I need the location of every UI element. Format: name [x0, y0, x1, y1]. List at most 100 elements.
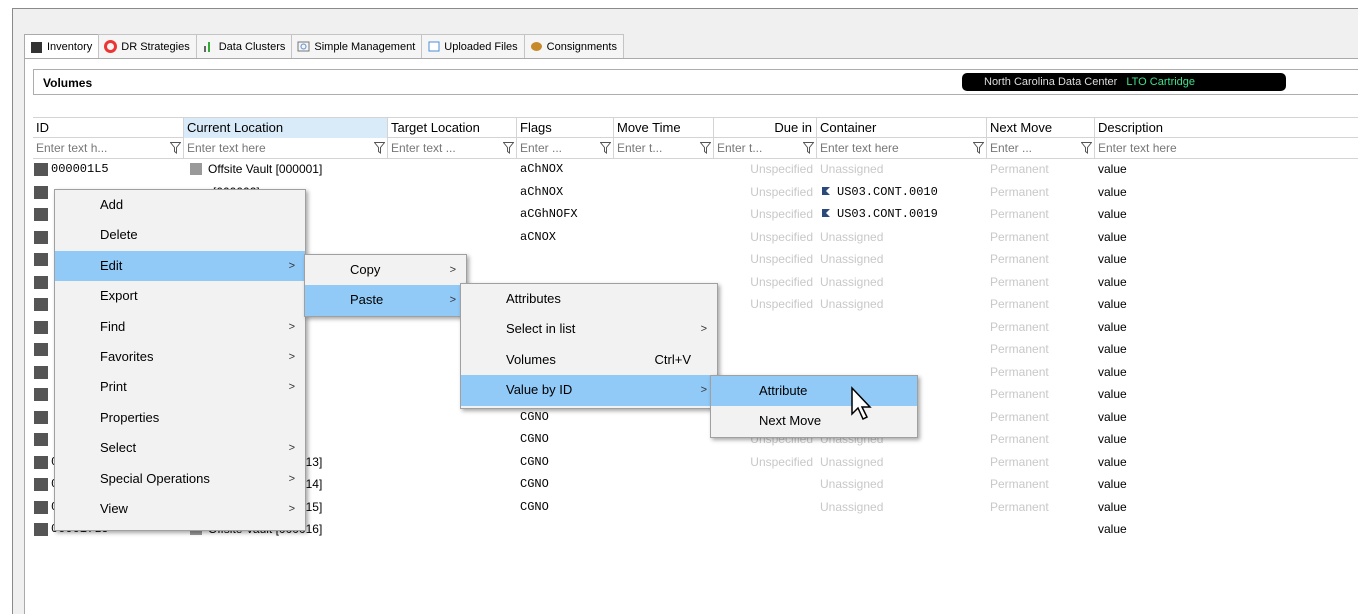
bar-chart-icon	[203, 42, 210, 52]
filter-icon[interactable]	[803, 142, 814, 154]
next-move-value: Permanent	[990, 319, 1049, 334]
column-header-description[interactable]: Description	[1095, 118, 1358, 138]
menu-item-label: Copy	[350, 262, 381, 277]
filter-icon[interactable]	[374, 142, 385, 154]
filter-input[interactable]: Enter text here	[817, 138, 987, 158]
filter-placeholder: Enter text h...	[36, 141, 108, 155]
flags-value: CGNO	[520, 409, 549, 424]
paste-menu-item-select-in-list[interactable]: Select in list >	[461, 314, 717, 344]
description-value: value	[1098, 454, 1127, 469]
tab-uploaded-files[interactable]: Uploaded Files	[421, 34, 525, 58]
menu-item-label: Next Move	[759, 413, 822, 429]
volume-icon	[34, 365, 48, 379]
volume-icon	[34, 185, 48, 199]
menu-item-label: View	[100, 500, 128, 516]
value-by-id-submenu: Attribute Next Move	[710, 375, 918, 438]
filter-icon[interactable]	[503, 142, 514, 154]
paste-menu-item-value-by-id[interactable]: Value by ID >	[461, 375, 717, 406]
filter-input[interactable]: Enter text h...	[33, 138, 184, 158]
filter-input[interactable]: Enter text ...	[388, 138, 517, 158]
chevron-right-icon: >	[288, 442, 295, 455]
description-value: value	[1098, 342, 1127, 356]
due-in-value: Unspecified	[750, 454, 813, 469]
context-menu: Add Delete Edit > Export Find > Favorites > Print…	[54, 189, 306, 531]
container-value: Unassigned	[820, 454, 884, 469]
column-header-due-in[interactable]: Due in	[714, 118, 817, 138]
next-move-value: Permanent	[990, 184, 1049, 199]
due-in-value: Unspecified	[750, 207, 813, 221]
filter-icon[interactable]	[170, 142, 181, 154]
description-value: value	[1098, 477, 1127, 491]
tab-label: Data Clusters	[218, 40, 286, 53]
simple-management-icon	[297, 41, 310, 52]
chevron-right-icon: >	[288, 381, 295, 394]
column-header-id[interactable]: ID	[33, 118, 184, 138]
chevron-right-icon: >	[700, 323, 707, 336]
menu-item-label: Delete	[100, 227, 138, 243]
filter-icon[interactable]	[973, 142, 984, 154]
tab-inventory[interactable]: Inventory	[24, 34, 100, 59]
value-menu-item-next-move[interactable]: Next Move	[711, 406, 917, 436]
context-menu-item-special-operations[interactable]: Special Operations >	[55, 464, 305, 494]
edit-submenu: Copy > Paste >	[304, 254, 467, 317]
tab-consignments[interactable]: Consignments	[523, 34, 624, 58]
edit-menu-item-paste[interactable]: Paste >	[305, 285, 466, 316]
next-move-value: Permanent	[990, 162, 1049, 176]
filter-input[interactable]: Enter ...	[517, 138, 614, 158]
filter-input[interactable]: Enter t...	[614, 138, 714, 158]
column-header-container[interactable]: Container	[817, 118, 987, 138]
description-value: value	[1098, 274, 1127, 289]
column-header-move-time[interactable]: Move Time	[614, 118, 714, 138]
value-menu-item-attribute[interactable]: Attribute	[711, 376, 917, 407]
tab-label: Simple Management	[314, 40, 416, 53]
next-move-value: Permanent	[990, 499, 1049, 514]
chevron-right-icon: >	[449, 264, 456, 276]
context-menu-item-export[interactable]: Export	[55, 281, 305, 311]
context-menu-item-edit[interactable]: Edit >	[55, 250, 305, 282]
vault-icon	[190, 163, 202, 175]
filter-icon[interactable]	[600, 142, 611, 154]
location-badge[interactable]: North Carolina Data Center LTO Cartridge	[962, 73, 1286, 91]
description-value: value	[1098, 319, 1127, 334]
due-in-value: Unspecified	[750, 297, 813, 311]
context-menu-item-add[interactable]: Add	[55, 190, 305, 220]
filter-icon[interactable]	[700, 142, 711, 154]
tab-data-clusters[interactable]: Data Clusters	[195, 34, 293, 58]
context-menu-item-favorites[interactable]: Favorites >	[55, 342, 305, 372]
next-move-value: Permanent	[990, 342, 1049, 356]
tab-label: DR Strategies	[121, 40, 190, 53]
column-header-flags[interactable]: Flags	[517, 118, 614, 138]
table-row[interactable]: 000001L5 Offsite Vault [000001] aChNOX Unsp…	[33, 159, 1358, 182]
tab-dr-strategies[interactable]: DR Strategies	[98, 34, 197, 58]
context-menu-item-find[interactable]: Find >	[55, 312, 305, 342]
column-header-next-move[interactable]: Next Move	[987, 118, 1095, 138]
paste-menu-item-volumes[interactable]: Volumes Ctrl+V	[461, 345, 717, 375]
column-header-target-location[interactable]: Target Location	[388, 118, 517, 138]
flags-value: CGNO	[520, 477, 549, 491]
paste-menu-item-attributes[interactable]: Attributes	[461, 284, 717, 314]
tab-simple-management[interactable]: Simple Management	[291, 34, 423, 58]
description-value: value	[1098, 499, 1127, 514]
column-header-current-location[interactable]: Current Location	[184, 118, 388, 138]
filter-input[interactable]: Enter t...	[714, 138, 817, 158]
next-move-value: Permanent	[990, 207, 1049, 221]
volume-icon	[34, 500, 48, 514]
filter-input[interactable]: Enter text here	[1095, 138, 1358, 158]
menu-item-label: Favorites	[100, 348, 154, 364]
container-value: Unassigned	[820, 252, 884, 266]
filter-placeholder: Enter text ...	[391, 141, 456, 155]
context-menu-item-delete[interactable]: Delete	[55, 220, 305, 250]
context-menu-item-view[interactable]: View >	[55, 494, 305, 524]
filter-icon[interactable]	[1081, 142, 1092, 154]
edit-menu-item-copy[interactable]: Copy >	[305, 255, 466, 285]
flags-value: aChNOX	[520, 162, 564, 176]
next-move-value: Permanent	[990, 274, 1049, 289]
filter-input[interactable]: Enter ...	[987, 138, 1095, 158]
context-menu-item-print[interactable]: Print >	[55, 372, 305, 402]
filter-input[interactable]: Enter text here	[184, 138, 388, 158]
next-move-value: Permanent	[990, 387, 1049, 401]
context-menu-item-properties[interactable]: Properties	[55, 403, 305, 433]
next-move-value: Permanent	[990, 297, 1049, 311]
inventory-icon	[31, 41, 42, 53]
context-menu-item-select[interactable]: Select >	[55, 433, 305, 463]
